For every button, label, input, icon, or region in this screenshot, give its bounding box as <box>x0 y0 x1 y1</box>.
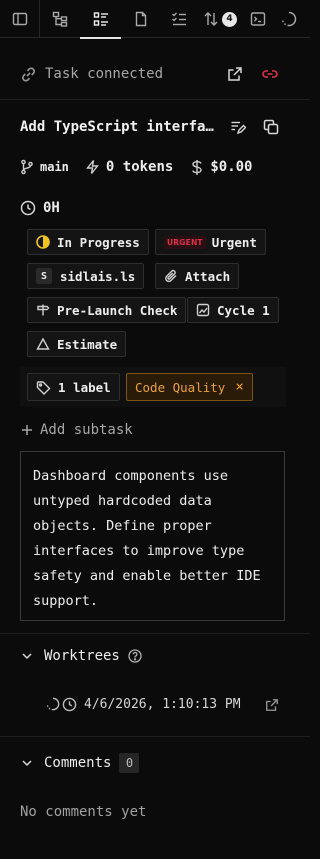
milestone-label: Pre-Launch Check <box>57 302 178 318</box>
estimate-label: Estimate <box>57 336 118 352</box>
priority-label: Urgent <box>211 234 257 250</box>
comments-count-badge: 0 <box>119 753 140 773</box>
time-spent: 0H <box>43 200 60 216</box>
copy-button[interactable] <box>262 118 280 136</box>
assignee-avatar: S <box>36 268 52 284</box>
tab-files[interactable] <box>121 0 161 38</box>
sort-arrows-icon <box>203 11 219 27</box>
copy-icon <box>263 119 279 135</box>
description-box[interactable]: Dashboard components use untyped hardcod… <box>20 451 285 621</box>
task-title[interactable]: Add TypeScript interfa… <box>20 119 214 135</box>
attach-label: Attach <box>185 268 231 284</box>
checklist-icon <box>171 11 187 27</box>
clock-icon <box>62 697 77 712</box>
edit-text-button[interactable] <box>229 118 247 136</box>
tree-icon <box>52 11 68 27</box>
task-detail-panel: 4 Task connected Add TypeScript interfa…… <box>0 0 310 859</box>
signpost-icon <box>36 303 50 317</box>
status-chip[interactable]: In Progress <box>27 229 149 255</box>
worktree-item: 4/6/2026, 1:10:13 PM <box>46 694 241 714</box>
remove-label-icon[interactable]: × <box>235 379 243 395</box>
lightning-icon <box>85 159 100 175</box>
divider <box>0 99 310 100</box>
milestone-chip[interactable]: Pre-Launch Check <box>27 297 187 323</box>
tab-details[interactable] <box>80 0 121 39</box>
cycle-chart-icon <box>196 303 210 317</box>
git-branch-icon <box>20 159 34 175</box>
labels-count-chip[interactable]: 1 label <box>27 373 120 401</box>
external-link-icon <box>265 698 279 712</box>
open-external-button[interactable] <box>226 65 244 83</box>
loader-icon <box>281 11 297 27</box>
worktree-timestamp: 4/6/2026, 1:10:13 PM <box>84 696 241 712</box>
external-link-icon <box>227 66 243 82</box>
terminal-icon <box>250 11 266 27</box>
assignee-chip[interactable]: S sidlais.ls <box>27 263 145 289</box>
urgent-tag: URGENT <box>164 235 206 249</box>
divider <box>0 633 310 634</box>
clock-icon <box>20 200 36 216</box>
add-subtask-label: Add subtask <box>40 422 133 438</box>
attach-button[interactable]: Attach <box>155 263 240 289</box>
list-details-icon <box>93 11 109 27</box>
label-chip-code-quality[interactable]: Code Quality × <box>126 373 253 401</box>
open-worktree-button[interactable] <box>264 697 280 713</box>
tab-changes[interactable]: 4 <box>197 0 243 38</box>
sidebar-icon <box>12 11 28 27</box>
help-circle-icon[interactable] <box>128 649 142 663</box>
task-title-row: Add TypeScript interfa… <box>20 117 220 137</box>
comments-header[interactable]: Comments 0 <box>20 752 140 774</box>
file-icon <box>133 11 149 27</box>
time-row: 0H <box>20 198 60 218</box>
worktrees-header[interactable]: Worktrees <box>20 645 142 667</box>
unlink-button[interactable] <box>260 65 280 83</box>
dollar-icon <box>191 159 203 176</box>
estimate-chip[interactable]: Estimate <box>27 331 127 357</box>
status-label: In Progress <box>57 234 140 250</box>
unlink-icon <box>261 66 279 82</box>
loader-icon <box>46 697 60 711</box>
label-name: Code Quality <box>135 379 226 395</box>
cost-value: $0.00 <box>210 159 253 175</box>
chevron-down-icon <box>20 649 34 663</box>
comments-empty-text: No comments yet <box>20 804 147 820</box>
tab-tree[interactable] <box>40 0 80 38</box>
divider <box>0 736 310 737</box>
token-count: 0 tokens <box>105 159 174 175</box>
paperclip-icon <box>164 269 178 283</box>
cycle-label: Cycle 1 <box>217 302 270 318</box>
priority-chip[interactable]: URGENT Urgent <box>155 229 266 255</box>
connection-status: Task connected <box>45 66 164 82</box>
chevron-down-icon <box>20 756 34 770</box>
comments-title: Comments <box>44 755 112 771</box>
tab-bar: 4 <box>0 0 310 39</box>
branch-name: main <box>40 160 69 174</box>
tab-sidebar-toggle[interactable] <box>0 0 40 38</box>
cycle-chip[interactable]: Cycle 1 <box>187 297 279 323</box>
tab-checklist[interactable] <box>161 0 197 38</box>
assignee-label: sidlais.ls <box>60 268 136 284</box>
meta-row: main 0 tokens $0.00 <box>20 157 253 177</box>
text-edit-icon <box>230 119 246 135</box>
worktrees-title: Worktrees <box>44 648 120 664</box>
tab-terminal[interactable] <box>243 0 273 38</box>
tag-icon <box>36 380 51 395</box>
tab-activity[interactable] <box>273 0 310 38</box>
plus-icon <box>20 423 34 437</box>
half-circle-status-icon <box>36 235 50 249</box>
link-icon <box>20 66 37 83</box>
triangle-icon <box>36 337 50 351</box>
labels-count: 1 label <box>58 379 111 395</box>
add-subtask-button[interactable]: Add subtask <box>20 420 133 440</box>
comments-empty-row: No comments yet <box>20 802 146 822</box>
changes-count-badge: 4 <box>222 11 237 27</box>
